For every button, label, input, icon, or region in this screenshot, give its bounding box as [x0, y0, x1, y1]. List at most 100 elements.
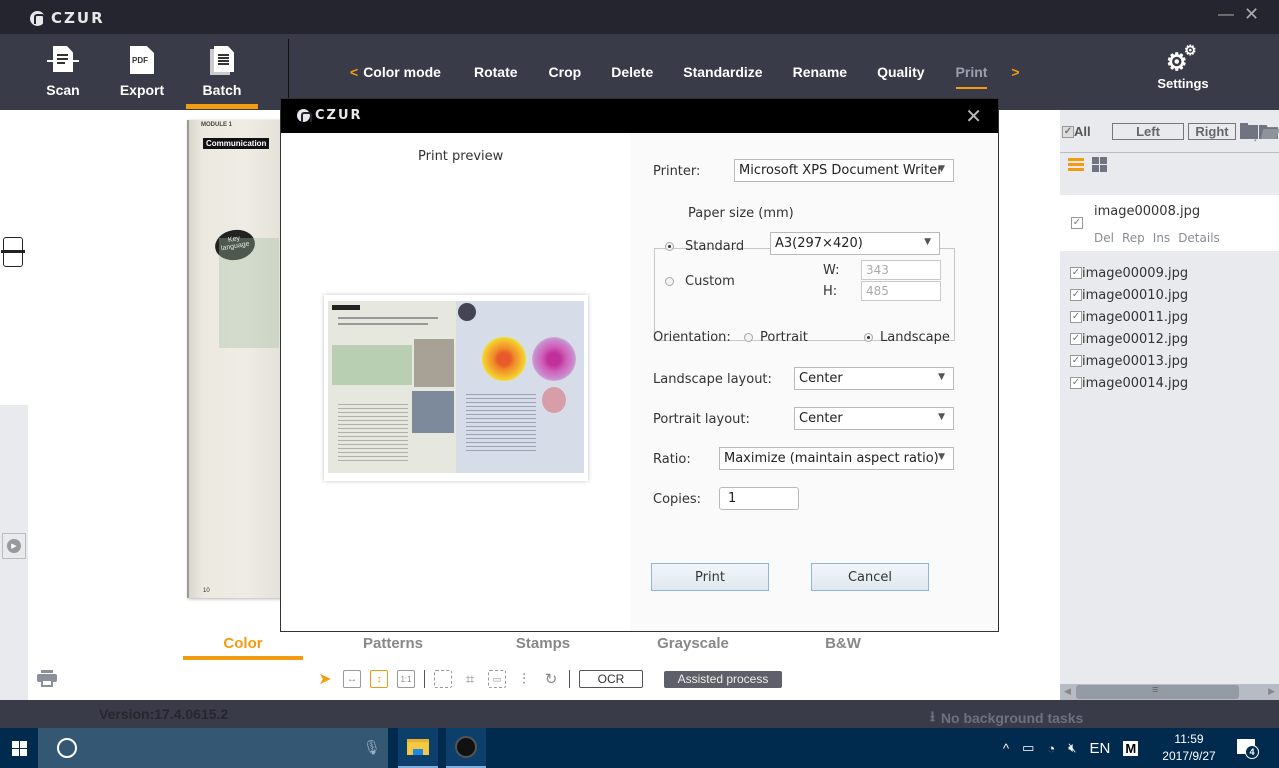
- details-action[interactable]: Details: [1178, 231, 1220, 245]
- app-title-bar: CZUR — ✕: [0, 0, 1279, 34]
- file-list-item[interactable]: ✓ image00013.jpg: [1070, 350, 1188, 372]
- cancel-button[interactable]: Cancel: [811, 563, 929, 591]
- file-checkbox[interactable]: ✓: [1070, 333, 1082, 345]
- tab-grayscale[interactable]: Grayscale: [633, 635, 753, 652]
- ime-indicator[interactable]: M: [1123, 740, 1139, 756]
- action-center-icon[interactable]: 4: [1237, 739, 1259, 759]
- custom-radio[interactable]: [665, 277, 674, 286]
- fit-height-icon[interactable]: ↕: [370, 670, 388, 688]
- wifi-icon[interactable]: ◔: [1047, 741, 1055, 756]
- file-explorer-icon[interactable]: [398, 728, 438, 768]
- scroll-right-icon[interactable]: ▶: [1268, 686, 1275, 697]
- file-checkbox[interactable]: ✓: [1070, 355, 1082, 367]
- copies-input[interactable]: 1: [719, 487, 799, 510]
- file-checkbox[interactable]: ✓: [1070, 311, 1082, 323]
- portrait-layout-label: Portrait layout:: [653, 412, 750, 427]
- replace-action[interactable]: Rep: [1122, 231, 1145, 245]
- actual-size-icon[interactable]: 1:1: [397, 670, 415, 688]
- portrait-layout-select[interactable]: Center ▼: [794, 407, 954, 430]
- import-folder-icon[interactable]: ↓: [1240, 123, 1260, 143]
- custom-height-field[interactable]: 485: [861, 281, 941, 301]
- scroll-left-icon[interactable]: ◀: [1064, 686, 1071, 697]
- printer-select[interactable]: Microsoft XPS Document Writer ▼: [734, 159, 954, 182]
- file-checkbox[interactable]: ✓: [1071, 217, 1083, 229]
- adjust-icon[interactable]: ⫶: [515, 670, 533, 688]
- minimize-icon[interactable]: —: [1218, 6, 1234, 24]
- crop-icon[interactable]: ⌗: [461, 670, 479, 688]
- batch-documents-icon: [208, 46, 236, 76]
- cortana-icon[interactable]: [57, 738, 77, 758]
- microphone-icon[interactable]: 🎙: [363, 739, 381, 756]
- standard-radio[interactable]: [665, 242, 674, 251]
- print-button[interactable]: Print: [651, 563, 769, 591]
- rotate-icon[interactable]: ↻: [542, 670, 560, 688]
- menu-next-arrow[interactable]: >: [1011, 64, 1019, 80]
- export-button[interactable]: PDF Export: [107, 46, 177, 98]
- cortana-search-box[interactable]: 🎙: [38, 728, 388, 768]
- scan-button[interactable]: Scan: [28, 46, 98, 98]
- scrollbar-thumb[interactable]: ≡: [1076, 684, 1239, 699]
- close-icon[interactable]: ✕: [1244, 4, 1259, 25]
- fit-width-icon[interactable]: ↔: [343, 670, 361, 688]
- batch-button[interactable]: Batch: [187, 46, 257, 98]
- file-list-item[interactable]: ✓ image00011.jpg: [1070, 306, 1188, 328]
- tab-patterns[interactable]: Patterns: [333, 635, 453, 652]
- grid-view-icon[interactable]: [1092, 157, 1108, 173]
- print-icon[interactable]: [37, 670, 57, 688]
- select-all-checkbox[interactable]: ✓ All: [1062, 124, 1091, 139]
- file-checkbox[interactable]: ✓: [1070, 377, 1082, 389]
- right-button[interactable]: Right: [1188, 123, 1236, 140]
- menu-color-mode[interactable]: Color mode: [363, 64, 441, 80]
- landscape-layout-select[interactable]: Center ▼: [794, 367, 954, 390]
- expand-panel-icon[interactable]: ▶: [2, 533, 26, 559]
- scanned-page-image[interactable]: MODULE 1 Communication Key language 10: [187, 120, 282, 598]
- menu-crop[interactable]: Crop: [549, 64, 582, 80]
- list-view-icon[interactable]: [1068, 157, 1084, 173]
- file-list-item[interactable]: ✓ image00010.jpg: [1070, 284, 1188, 306]
- orientation-label: Orientation:: [653, 330, 731, 345]
- language-indicator[interactable]: EN: [1089, 740, 1110, 757]
- deskew-icon[interactable]: ▭: [488, 670, 506, 688]
- select-area-icon[interactable]: [434, 670, 452, 688]
- taskbar-clock[interactable]: 11:59 2017/9/27: [1160, 731, 1218, 765]
- menu-quality[interactable]: Quality: [877, 64, 924, 80]
- file-checkbox[interactable]: ✓: [1070, 267, 1082, 279]
- battery-icon[interactable]: ▭: [1022, 740, 1034, 756]
- left-button[interactable]: Left: [1112, 123, 1184, 140]
- chevron-down-icon: ▼: [924, 237, 931, 247]
- selected-file-item[interactable]: ✓ image00008.jpg Del Rep Ins Details: [1060, 195, 1279, 251]
- windows-start-icon[interactable]: [0, 728, 38, 768]
- file-checkbox[interactable]: ✓: [1070, 289, 1082, 301]
- menu-rotate[interactable]: Rotate: [474, 64, 518, 80]
- tab-bw[interactable]: B&W: [783, 635, 903, 652]
- insert-action[interactable]: Ins: [1153, 231, 1170, 245]
- landscape-radio[interactable]: [864, 333, 873, 342]
- portrait-radio[interactable]: [744, 333, 753, 342]
- czur-app-icon[interactable]: [446, 728, 486, 768]
- volume-muted-icon[interactable]: 🔇︎: [1068, 740, 1076, 756]
- settings-button[interactable]: ⚙ ⚙ Settings: [1150, 42, 1216, 91]
- menu-print[interactable]: Print: [955, 64, 987, 89]
- horizontal-scrollbar[interactable]: ◀ ≡ ▶: [1060, 684, 1279, 700]
- file-list-item[interactable]: ✓ image00014.jpg: [1070, 372, 1188, 394]
- open-folder-icon[interactable]: [1259, 123, 1279, 139]
- menu-standardize[interactable]: Standardize: [683, 64, 762, 80]
- tab-stamps[interactable]: Stamps: [483, 635, 603, 652]
- menu-rename[interactable]: Rename: [793, 64, 847, 80]
- dialog-close-icon[interactable]: ✕: [965, 104, 982, 128]
- show-hidden-icons[interactable]: ^: [1003, 741, 1009, 756]
- ratio-select[interactable]: Maximize (maintain aspect ratio) ▼: [719, 447, 954, 470]
- pointer-icon[interactable]: ➤: [316, 670, 334, 688]
- tab-color[interactable]: Color: [183, 635, 303, 652]
- delete-action[interactable]: Del: [1094, 231, 1114, 245]
- menu-delete[interactable]: Delete: [611, 64, 653, 80]
- ocr-button[interactable]: OCR: [579, 670, 643, 688]
- menu-prev-arrow[interactable]: <: [350, 64, 358, 80]
- assisted-process-button[interactable]: Assisted process: [664, 670, 782, 688]
- checkbox-icon: ✓: [1062, 125, 1074, 138]
- file-list-item[interactable]: ✓ image00012.jpg: [1070, 328, 1188, 350]
- standard-size-select[interactable]: A3(297×420) ▼: [770, 232, 940, 255]
- custom-width-field[interactable]: 343: [861, 260, 941, 280]
- split-page-icon[interactable]: [1, 237, 25, 267]
- file-list-item[interactable]: ✓ image00009.jpg: [1070, 262, 1188, 284]
